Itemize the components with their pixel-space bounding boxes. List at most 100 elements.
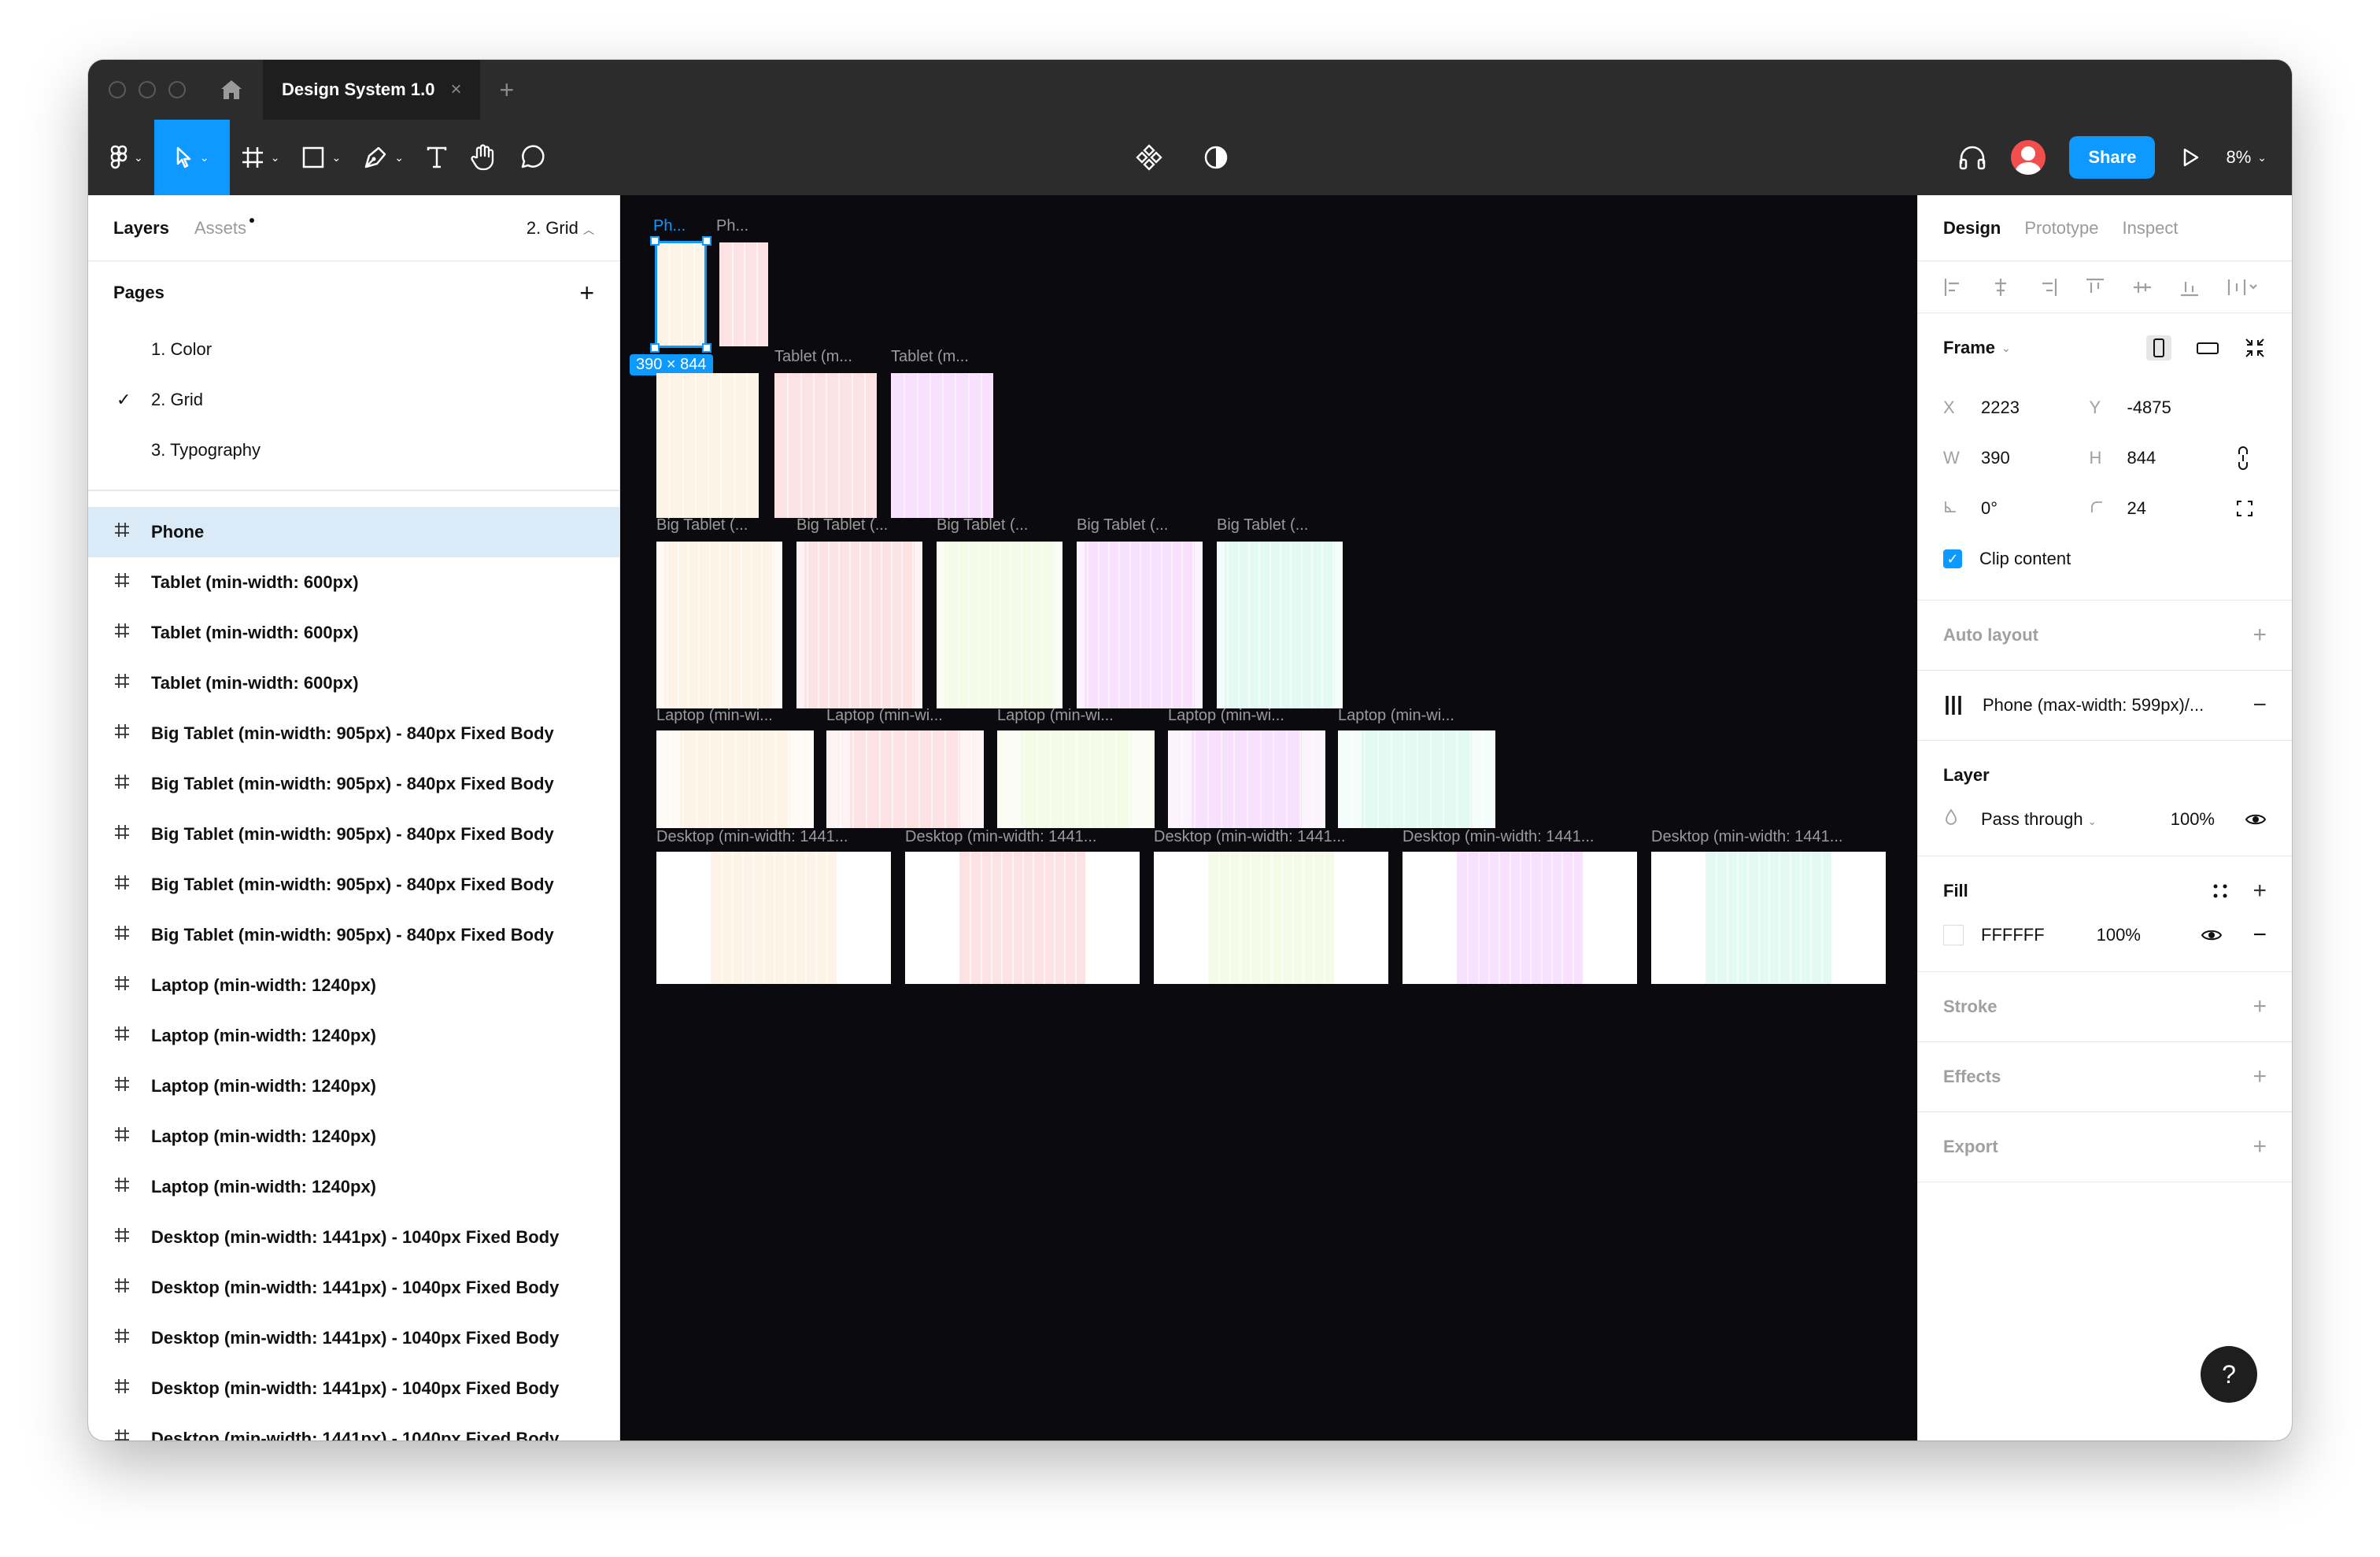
align-left-icon[interactable] <box>1943 277 1964 298</box>
frame-label[interactable]: Big Tablet (... <box>1217 516 1308 534</box>
frame-label[interactable]: Tablet (m... <box>774 348 852 366</box>
fill-opacity[interactable]: 100% <box>2097 925 2141 945</box>
canvas-frame[interactable] <box>1402 852 1637 984</box>
help-button[interactable]: ? <box>2201 1346 2257 1403</box>
canvas-frame[interactable] <box>656 373 759 518</box>
layer-row[interactable]: Big Tablet (min-width: 905px) - 840px Fi… <box>88 910 619 960</box>
layer-row[interactable]: Tablet (min-width: 600px) <box>88 658 619 708</box>
portrait-icon[interactable] <box>2145 335 2172 361</box>
clip-content-toggle[interactable]: ✓ Clip content <box>1943 534 2267 584</box>
canvas-frame[interactable] <box>891 373 993 518</box>
layer-row[interactable]: Desktop (min-width: 1441px) - 1040px Fix… <box>88 1363 619 1414</box>
canvas[interactable]: Ph... Ph... 390 × 844 Tablet (m... Tablet (m… <box>620 195 1917 1441</box>
add-auto-layout-button[interactable]: + <box>2252 622 2267 649</box>
frame-label[interactable]: Ph... <box>653 217 686 235</box>
resize-handle[interactable] <box>650 343 660 353</box>
new-tab-button[interactable]: + <box>499 76 514 105</box>
layer-opacity[interactable]: 100% <box>2171 809 2215 830</box>
hand-tool-button[interactable] <box>459 120 508 195</box>
home-icon[interactable] <box>216 74 247 105</box>
maximize-window-button[interactable] <box>168 81 186 98</box>
layer-row[interactable]: Desktop (min-width: 1441px) - 1040px Fix… <box>88 1313 619 1363</box>
layout-grid-row[interactable]: Phone (max-width: 599px)/... − <box>1943 671 2267 740</box>
canvas-frame[interactable] <box>905 852 1140 984</box>
landscape-icon[interactable] <box>2196 336 2219 360</box>
zoom-dropdown[interactable]: 8% ⌄ <box>2226 147 2267 168</box>
align-right-icon[interactable] <box>2038 277 2058 298</box>
close-window-button[interactable] <box>109 81 126 98</box>
frame-label[interactable]: Laptop (min-wi... <box>1338 707 1454 725</box>
independent-corners-icon[interactable] <box>2235 483 2267 534</box>
layer-row[interactable]: Laptop (min-width: 1240px) <box>88 1111 619 1162</box>
height-field[interactable]: H 844 <box>2090 433 2236 483</box>
frame-heading[interactable]: Frame <box>1943 338 1995 358</box>
y-field[interactable]: Y -4875 <box>2090 383 2236 433</box>
layout-grid-icon[interactable] <box>1943 693 1967 717</box>
tab-prototype[interactable]: Prototype <box>2024 218 2098 239</box>
style-grid-icon[interactable] <box>2212 882 2229 900</box>
resize-handle[interactable] <box>702 236 711 246</box>
remove-fill-button[interactable]: − <box>2252 922 2267 949</box>
frame-label[interactable]: Tablet (m... <box>891 348 969 366</box>
checkbox-checked[interactable]: ✓ <box>1943 549 1962 568</box>
text-tool-button[interactable] <box>415 120 459 195</box>
layer-row[interactable]: Laptop (min-width: 1240px) <box>88 1061 619 1111</box>
constrain-proportions-icon[interactable] <box>2235 433 2267 483</box>
frame-tool-button[interactable]: ⌄ <box>230 120 291 195</box>
canvas-frame[interactable] <box>1651 852 1886 984</box>
frame-label[interactable]: Ph... <box>716 217 748 235</box>
frame-label[interactable]: Laptop (min-wi... <box>1168 707 1284 725</box>
canvas-frame[interactable] <box>656 730 814 828</box>
frame-label[interactable]: Desktop (min-width: 1441... <box>1651 828 1842 846</box>
frame-label[interactable]: Big Tablet (... <box>796 516 888 534</box>
layer-row[interactable]: Big Tablet (min-width: 905px) - 840px Fi… <box>88 708 619 759</box>
layer-row[interactable]: Big Tablet (min-width: 905px) - 840px Fi… <box>88 860 619 910</box>
fill-swatch[interactable] <box>1943 925 1964 945</box>
canvas-frame[interactable] <box>719 242 768 346</box>
blend-mode-dropdown[interactable]: Pass through ⌄ <box>1981 809 2097 830</box>
tab-layers[interactable]: Layers <box>113 218 169 239</box>
eye-icon[interactable] <box>2245 812 2267 827</box>
layer-row[interactable]: Laptop (min-width: 1240px) <box>88 1162 619 1212</box>
resize-to-fit-icon[interactable] <box>2243 336 2267 360</box>
width-field[interactable]: W 390 <box>1943 433 2090 483</box>
tab-assets[interactable]: Assets <box>194 217 255 239</box>
frame-label[interactable]: Laptop (min-wi... <box>656 707 773 725</box>
move-tool-button[interactable]: ⌄ <box>153 120 230 195</box>
fill-hex-value[interactable]: FFFFFF <box>1981 925 2045 945</box>
canvas-frame[interactable] <box>826 730 984 828</box>
frame-label[interactable]: Laptop (min-wi... <box>826 707 943 725</box>
add-stroke-button[interactable]: + <box>2252 993 2267 1020</box>
frame-label[interactable]: Desktop (min-width: 1441... <box>1402 828 1594 846</box>
add-page-button[interactable]: + <box>579 279 594 308</box>
add-fill-button[interactable]: + <box>2252 878 2267 904</box>
tab-inspect[interactable]: Inspect <box>2123 218 2179 239</box>
add-effect-button[interactable]: + <box>2252 1063 2267 1090</box>
components-icon[interactable] <box>1135 143 1163 172</box>
align-top-icon[interactable] <box>2085 277 2105 298</box>
canvas-frame[interactable] <box>937 542 1062 708</box>
layer-row[interactable]: Tablet (min-width: 600px) <box>88 557 619 608</box>
resize-handle[interactable] <box>702 343 711 353</box>
layer-row[interactable]: Tablet (min-width: 600px) <box>88 608 619 658</box>
rotation-field[interactable]: 0° <box>1943 483 2090 534</box>
page-selector[interactable]: 2. Grid ︿ <box>527 218 594 239</box>
layer-row[interactable]: Desktop (min-width: 1441px) - 1040px Fix… <box>88 1263 619 1313</box>
frame-label[interactable]: Desktop (min-width: 1441... <box>656 828 848 846</box>
corner-radius-field[interactable]: 24 <box>2090 483 2236 534</box>
add-export-button[interactable]: + <box>2252 1134 2267 1160</box>
frame-label[interactable]: Big Tablet (... <box>937 516 1028 534</box>
comment-tool-button[interactable] <box>508 120 556 195</box>
frame-label[interactable]: Big Tablet (... <box>1077 516 1168 534</box>
remove-grid-button[interactable]: − <box>2252 692 2267 719</box>
shape-tool-button[interactable]: ⌄ <box>290 120 352 195</box>
main-menu-button[interactable]: ⌄ <box>99 120 154 195</box>
frame-label[interactable]: Laptop (min-wi... <box>997 707 1114 725</box>
tab-design[interactable]: Design <box>1943 218 2001 239</box>
canvas-frame[interactable] <box>656 852 891 984</box>
layer-row[interactable]: Laptop (min-width: 1240px) <box>88 1011 619 1061</box>
page-item[interactable]: 3. Typography <box>88 425 619 475</box>
canvas-frame[interactable] <box>656 542 782 708</box>
align-horizontal-center-icon[interactable] <box>1990 277 2011 298</box>
resize-handle[interactable] <box>650 236 660 246</box>
